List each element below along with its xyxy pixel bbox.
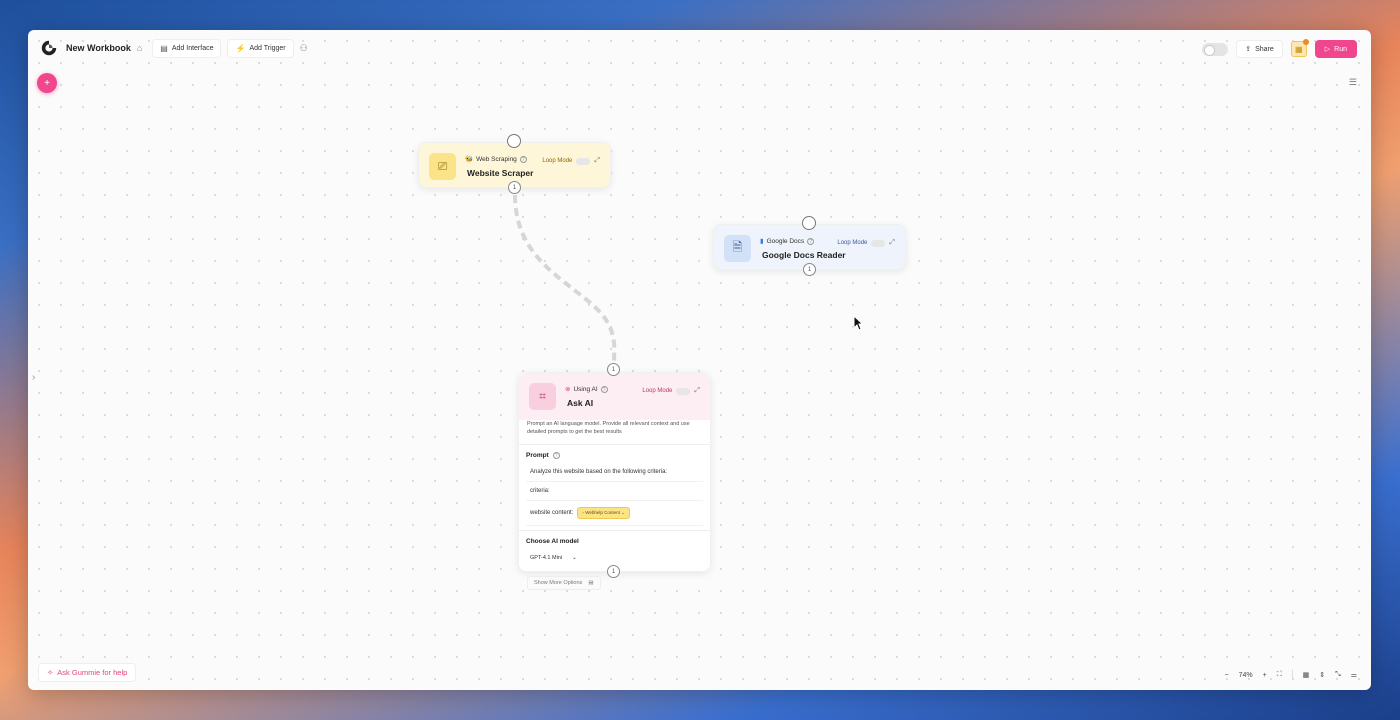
loop-mode-label: Loop Mode <box>837 240 868 246</box>
options-icon: ▤ <box>588 580 594 586</box>
zoom-in-icon[interactable]: + <box>1263 672 1267 679</box>
loop-mode-toggle[interactable] <box>871 239 886 247</box>
google-docs-icon: ▮ <box>760 238 764 245</box>
help-label: Ask Gummie for help <box>57 668 128 677</box>
model-value: GPT-4.1 Mini <box>530 555 563 561</box>
ask-ai-input-port[interactable]: 1 <box>607 363 620 376</box>
grid-icon[interactable]: ▦ <box>1303 671 1310 679</box>
loop-mode-control: Loop Mode ⤢ <box>837 239 895 247</box>
prompt-heading: Prompt ? <box>526 452 703 459</box>
help-icon[interactable]: ? <box>807 237 815 245</box>
scraper-output-port[interactable]: 1 <box>508 181 521 194</box>
variable-chip[interactable]: ◦ Webhelp Content ⌄ <box>577 507 630 519</box>
model-section: Choose AI model GPT-4.1 Mini ⌄ <box>519 530 710 564</box>
expand-vertical-icon[interactable]: ⇕ <box>1319 671 1325 679</box>
help-icon[interactable]: ? <box>600 385 608 393</box>
divider <box>1291 670 1293 680</box>
prompt-editor[interactable]: Analyze this website based on the follow… <box>526 463 703 526</box>
monitor-icon: ⎚ <box>429 153 456 180</box>
model-heading: Choose AI model <box>526 538 579 545</box>
chip-label: Webhelp Content <box>585 510 620 515</box>
scraper-input-port[interactable] <box>507 134 521 148</box>
model-select[interactable]: GPT-4.1 Mini ⌄ <box>526 553 581 563</box>
loop-mode-control: Loop Mode ⤢ <box>542 157 600 165</box>
loop-mode-label: Loop Mode <box>542 158 573 164</box>
ask-ai-output-port[interactable]: 1 <box>607 565 620 578</box>
prompt-label: Prompt <box>526 452 549 459</box>
ai-icon: ⊗ <box>565 386 571 393</box>
docs-input-port[interactable] <box>802 216 816 230</box>
prompt-section: Prompt ? Analyze this website based on t… <box>519 444 710 526</box>
docs-output-port[interactable]: 1 <box>803 263 816 276</box>
ask-gummie-button[interactable]: ✧ Ask Gummie for help <box>38 663 137 682</box>
zoom-out-icon[interactable]: − <box>1225 672 1229 679</box>
prompt-line: website content: ◦ Webhelp Content ⌄ <box>526 501 703 526</box>
zoom-level[interactable]: 74% <box>1239 672 1253 679</box>
loop-mode-toggle[interactable] <box>676 387 691 395</box>
expand-icon[interactable]: ⤢ <box>694 387 700 395</box>
loop-mode-toggle[interactable] <box>576 157 591 165</box>
more-options-label: Show More Options <box>534 580 583 586</box>
prompt-line-text: website content: <box>530 510 574 516</box>
settings-sliders-icon[interactable]: ⚌ <box>1351 671 1357 679</box>
category-label: Google Docs <box>766 237 805 245</box>
loop-mode-label: Loop Mode <box>642 388 673 394</box>
ask-ai-node[interactable]: ⌗ ⊗ Using AI ? Ask AI Loop Mode ⤢ Prompt… <box>518 372 711 590</box>
zoom-controls: − 74% + ⛶ ▦ ⇕ ⤡ ⚌ <box>1225 670 1357 680</box>
document-search-icon: 🗎 <box>724 235 751 262</box>
category-label: Using AI <box>573 385 598 393</box>
help-icon[interactable]: ? <box>519 155 527 163</box>
expand-icon[interactable]: ⤢ <box>889 239 895 247</box>
node-title: Website Scraper <box>467 168 534 178</box>
category-label: Web Scraping <box>476 155 517 163</box>
prompt-line: criteria: <box>526 482 703 501</box>
help-icon[interactable]: ? <box>552 452 560 459</box>
node-title: Google Docs Reader <box>762 250 846 260</box>
bee-icon: 🐝 <box>465 156 474 163</box>
sparkle-icon: ✧ <box>47 668 54 677</box>
show-more-options-button[interactable]: Show More Options ▤ <box>527 576 601 590</box>
chip-icon: ⌗ <box>529 383 556 410</box>
node-description: Prompt an AI language model. Provide all… <box>527 421 690 435</box>
prompt-line: Analyze this website based on the follow… <box>526 463 703 482</box>
mouse-cursor-icon <box>853 315 863 331</box>
loop-mode-control: Loop Mode ⤢ <box>642 387 700 395</box>
node-header: ⌗ ⊗ Using AI ? Ask AI <box>519 373 710 420</box>
app-window: New Workbook ⌂ ▤ Add Interface ⚡ Add Tri… <box>28 30 1371 690</box>
chevron-down-icon: ⌄ <box>572 555 577 561</box>
collapse-icon[interactable]: ⤡ <box>1335 671 1341 679</box>
connection-line <box>513 194 617 363</box>
node-title: Ask AI <box>567 398 594 408</box>
expand-icon[interactable]: ⤢ <box>594 157 600 165</box>
fit-screen-icon[interactable]: ⛶ <box>1277 671 1282 679</box>
